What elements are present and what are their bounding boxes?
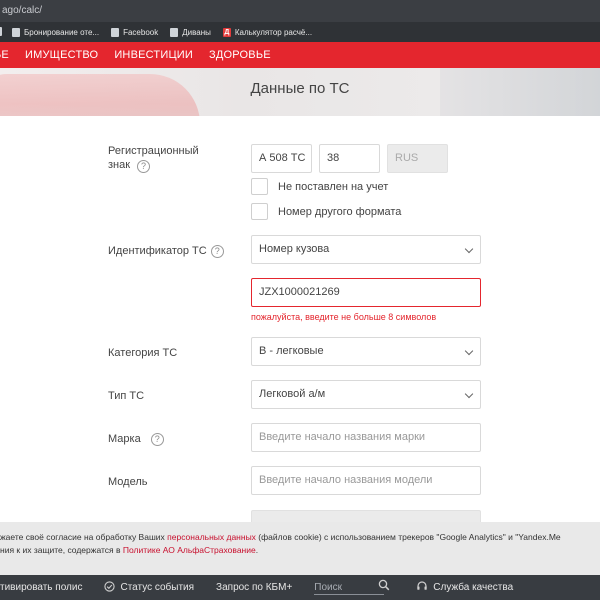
activate-policy-link[interactable]: тивировать полис [0,582,82,593]
not-registered-checkbox[interactable] [251,178,268,195]
nav-item-health[interactable]: ЗДОРОВЬЕ [209,49,271,61]
vehicle-id-error: пожалуйста, введите не больше 8 символов [251,312,437,322]
address-bar[interactable]: ago/calc/ [0,0,600,22]
site-nav: ЬЕ ИМУЩЕСТВО ИНВЕСТИЦИИ ЗДОРОВЬЕ [0,42,600,68]
category-label: Категория ТС [108,347,178,359]
category-select[interactable]: В - легковые [251,337,481,366]
cookie-line-2: ния к их защите, содержатся в Политике А… [0,545,259,555]
other-format-checkbox-row[interactable]: Номер другого формата [251,203,401,220]
brand-input[interactable]: Введите начало названия марки [251,423,481,452]
other-format-label: Номер другого формата [278,205,402,218]
model-input[interactable]: Введите начало названия модели [251,466,481,495]
quality-service-link[interactable]: Служба качества [416,580,513,595]
hero-banner: Данные по ТС [0,68,600,116]
nav-item-property[interactable]: ИМУЩЕСТВО [25,49,98,61]
nav-item-partial[interactable]: ЬЕ [0,49,9,61]
reg-country-input: RUS [387,144,448,173]
chevron-down-icon [464,244,474,254]
reg-sign-label: Регистрационный знак [108,145,199,171]
page-title: Данные по ТС [250,80,350,97]
nav-item-investments[interactable]: ИНВЕСТИЦИИ [114,49,193,61]
letter-d-icon: Д [222,27,231,37]
page-icon [111,27,120,37]
cookie-line-1: жаете своё согласие на обработку Ваших п… [0,532,561,542]
chevron-down-icon [464,346,474,356]
reg-number-input[interactable]: А 508 ТС [251,144,312,173]
headset-icon [416,580,428,595]
kbm-request-link[interactable]: Запрос по КБМ+ [216,582,292,593]
bookmark-booking[interactable]: Бронирование оте... [12,27,99,37]
reg-region-input[interactable]: 38 [319,144,380,173]
bookmarks-bar: Бронирование оте... Facebook Диваны Д Ка… [0,22,600,42]
vehicle-type-label: Тип ТС [108,390,145,402]
page-icon [170,27,179,37]
chevron-down-icon [464,389,474,399]
vehicle-id-input[interactable]: JZX1000021269 [251,278,481,307]
search-input[interactable]: Поиск [314,579,390,595]
bookmark-facebook[interactable]: Facebook [111,27,158,37]
cookie-banner: жаете своё согласие на обработку Ваших п… [0,522,600,575]
other-format-checkbox[interactable] [251,203,268,220]
event-status-link[interactable]: Статус события [104,580,194,595]
bookmark-divany[interactable]: Диваны [170,27,211,37]
not-registered-label: Не поставлен на учет [278,180,389,193]
search-icon[interactable] [378,579,390,594]
model-label: Модель [108,476,148,488]
vehicle-type-select[interactable]: Легковой а/м [251,380,481,409]
help-icon[interactable]: ? [137,160,150,173]
vehicle-id-label: Идентификатор ТС? [108,244,224,258]
privacy-policy-link[interactable]: Политике АО АльфаСтрахование [123,545,256,555]
page-icon [12,27,20,37]
bookmark-calculator[interactable]: Д Калькулятор расчё... [222,27,312,37]
help-icon[interactable]: ? [210,244,224,258]
check-circle-icon [104,580,116,595]
help-icon[interactable]: ? [150,432,164,446]
not-registered-checkbox-row[interactable]: Не поставлен на учет [251,178,388,195]
personal-data-link[interactable]: персональных данных [167,532,256,542]
brand-label: Марка? [108,432,164,446]
vehicle-id-type-select[interactable]: Номер кузова [251,235,481,264]
bottom-toolbar: тивировать полис Статус события Запрос п… [0,575,600,600]
bookmark-icon-partial [0,26,6,38]
url-text: ago/calc/ [2,5,43,16]
